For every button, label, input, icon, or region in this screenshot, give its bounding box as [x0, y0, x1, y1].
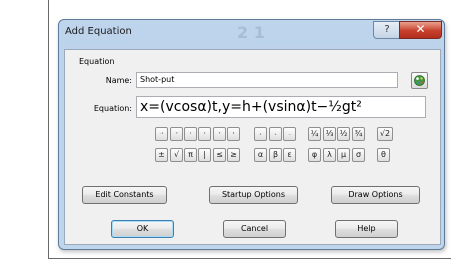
equation-group: Equation Name: Shot-put Equation: x=(vco…	[70, 56, 433, 173]
keypad-key-symbol-0[interactable]: ±	[155, 148, 168, 162]
keypad-key-symbol-9[interactable]: φ	[308, 148, 321, 162]
title-help-button[interactable]: ?	[373, 21, 401, 39]
keypad-key-super-11[interactable]: ½	[337, 127, 350, 141]
draw-options-button[interactable]: Draw Options	[331, 186, 420, 204]
keypad-key-super-9[interactable]: ¼	[308, 127, 321, 141]
close-button[interactable]: ✕	[399, 21, 442, 39]
keypad-key-super-7[interactable]: ₊	[269, 127, 282, 141]
palette-icon	[414, 75, 425, 86]
keypad-key-super-5[interactable]: ⁴	[227, 127, 240, 141]
equation-label: Equation:	[93, 104, 132, 113]
keypad-key-super-12[interactable]: ¾	[352, 127, 365, 141]
equation-input[interactable]: x=(vcosα)t,y=h+(vsinα)t−½gt²	[136, 96, 426, 118]
title-bar-watermark: 2 1	[237, 23, 265, 42]
keypad-key-super-6[interactable]: ₓ	[254, 127, 267, 141]
keypad-key-super-0[interactable]: ⁻¹	[155, 127, 168, 141]
keypad-key-symbol-6[interactable]: α	[254, 148, 267, 162]
keypad-key-symbol-8[interactable]: ε	[283, 148, 296, 162]
keypad-key-super-13[interactable]: √2	[377, 127, 393, 141]
cancel-button[interactable]: Cancel	[223, 220, 286, 238]
keypad-key-symbol-1[interactable]: √	[170, 148, 183, 162]
help-button[interactable]: Help	[335, 220, 398, 238]
keypad-key-symbol-5[interactable]: ≥	[227, 148, 240, 162]
ok-button[interactable]: OK	[111, 220, 174, 238]
dialog-client-area: Equation Name: Shot-put Equation: x=(vco…	[64, 49, 441, 245]
equation-group-label: Equation	[79, 57, 115, 66]
dialog-title: Add Equation	[65, 26, 132, 37]
keypad-key-symbol-11[interactable]: μ	[337, 148, 350, 162]
keypad-key-symbol-12[interactable]: σ	[352, 148, 365, 162]
add-equation-dialog: Add Equation 2 1 ? ✕ Equation Name: Shot…	[58, 19, 445, 250]
keypad-key-super-3[interactable]: ²	[198, 127, 211, 141]
edit-constants-button[interactable]: Edit Constants	[82, 186, 167, 204]
keypad-key-symbol-2[interactable]: π	[184, 148, 197, 162]
keypad-key-super-8[interactable]: ₋	[283, 127, 296, 141]
keypad-key-super-4[interactable]: ³	[213, 127, 226, 141]
keypad-key-super-1[interactable]: ⁰	[170, 127, 183, 141]
keypad-key-symbol-10[interactable]: λ	[323, 148, 336, 162]
name-input[interactable]: Shot-put	[136, 72, 398, 88]
keypad-key-symbol-3[interactable]: |	[198, 148, 211, 162]
keypad-key-symbol-4[interactable]: ≤	[213, 148, 226, 162]
name-palette-button[interactable]	[411, 72, 428, 89]
keypad-key-super-10[interactable]: ⅓	[323, 127, 336, 141]
keypad-key-symbol-13[interactable]: θ	[377, 148, 390, 162]
name-label: Name:	[105, 76, 132, 85]
keypad-key-super-2[interactable]: ¹	[184, 127, 197, 141]
keypad-key-symbol-7[interactable]: β	[269, 148, 282, 162]
startup-options-button[interactable]: Startup Options	[209, 186, 298, 204]
